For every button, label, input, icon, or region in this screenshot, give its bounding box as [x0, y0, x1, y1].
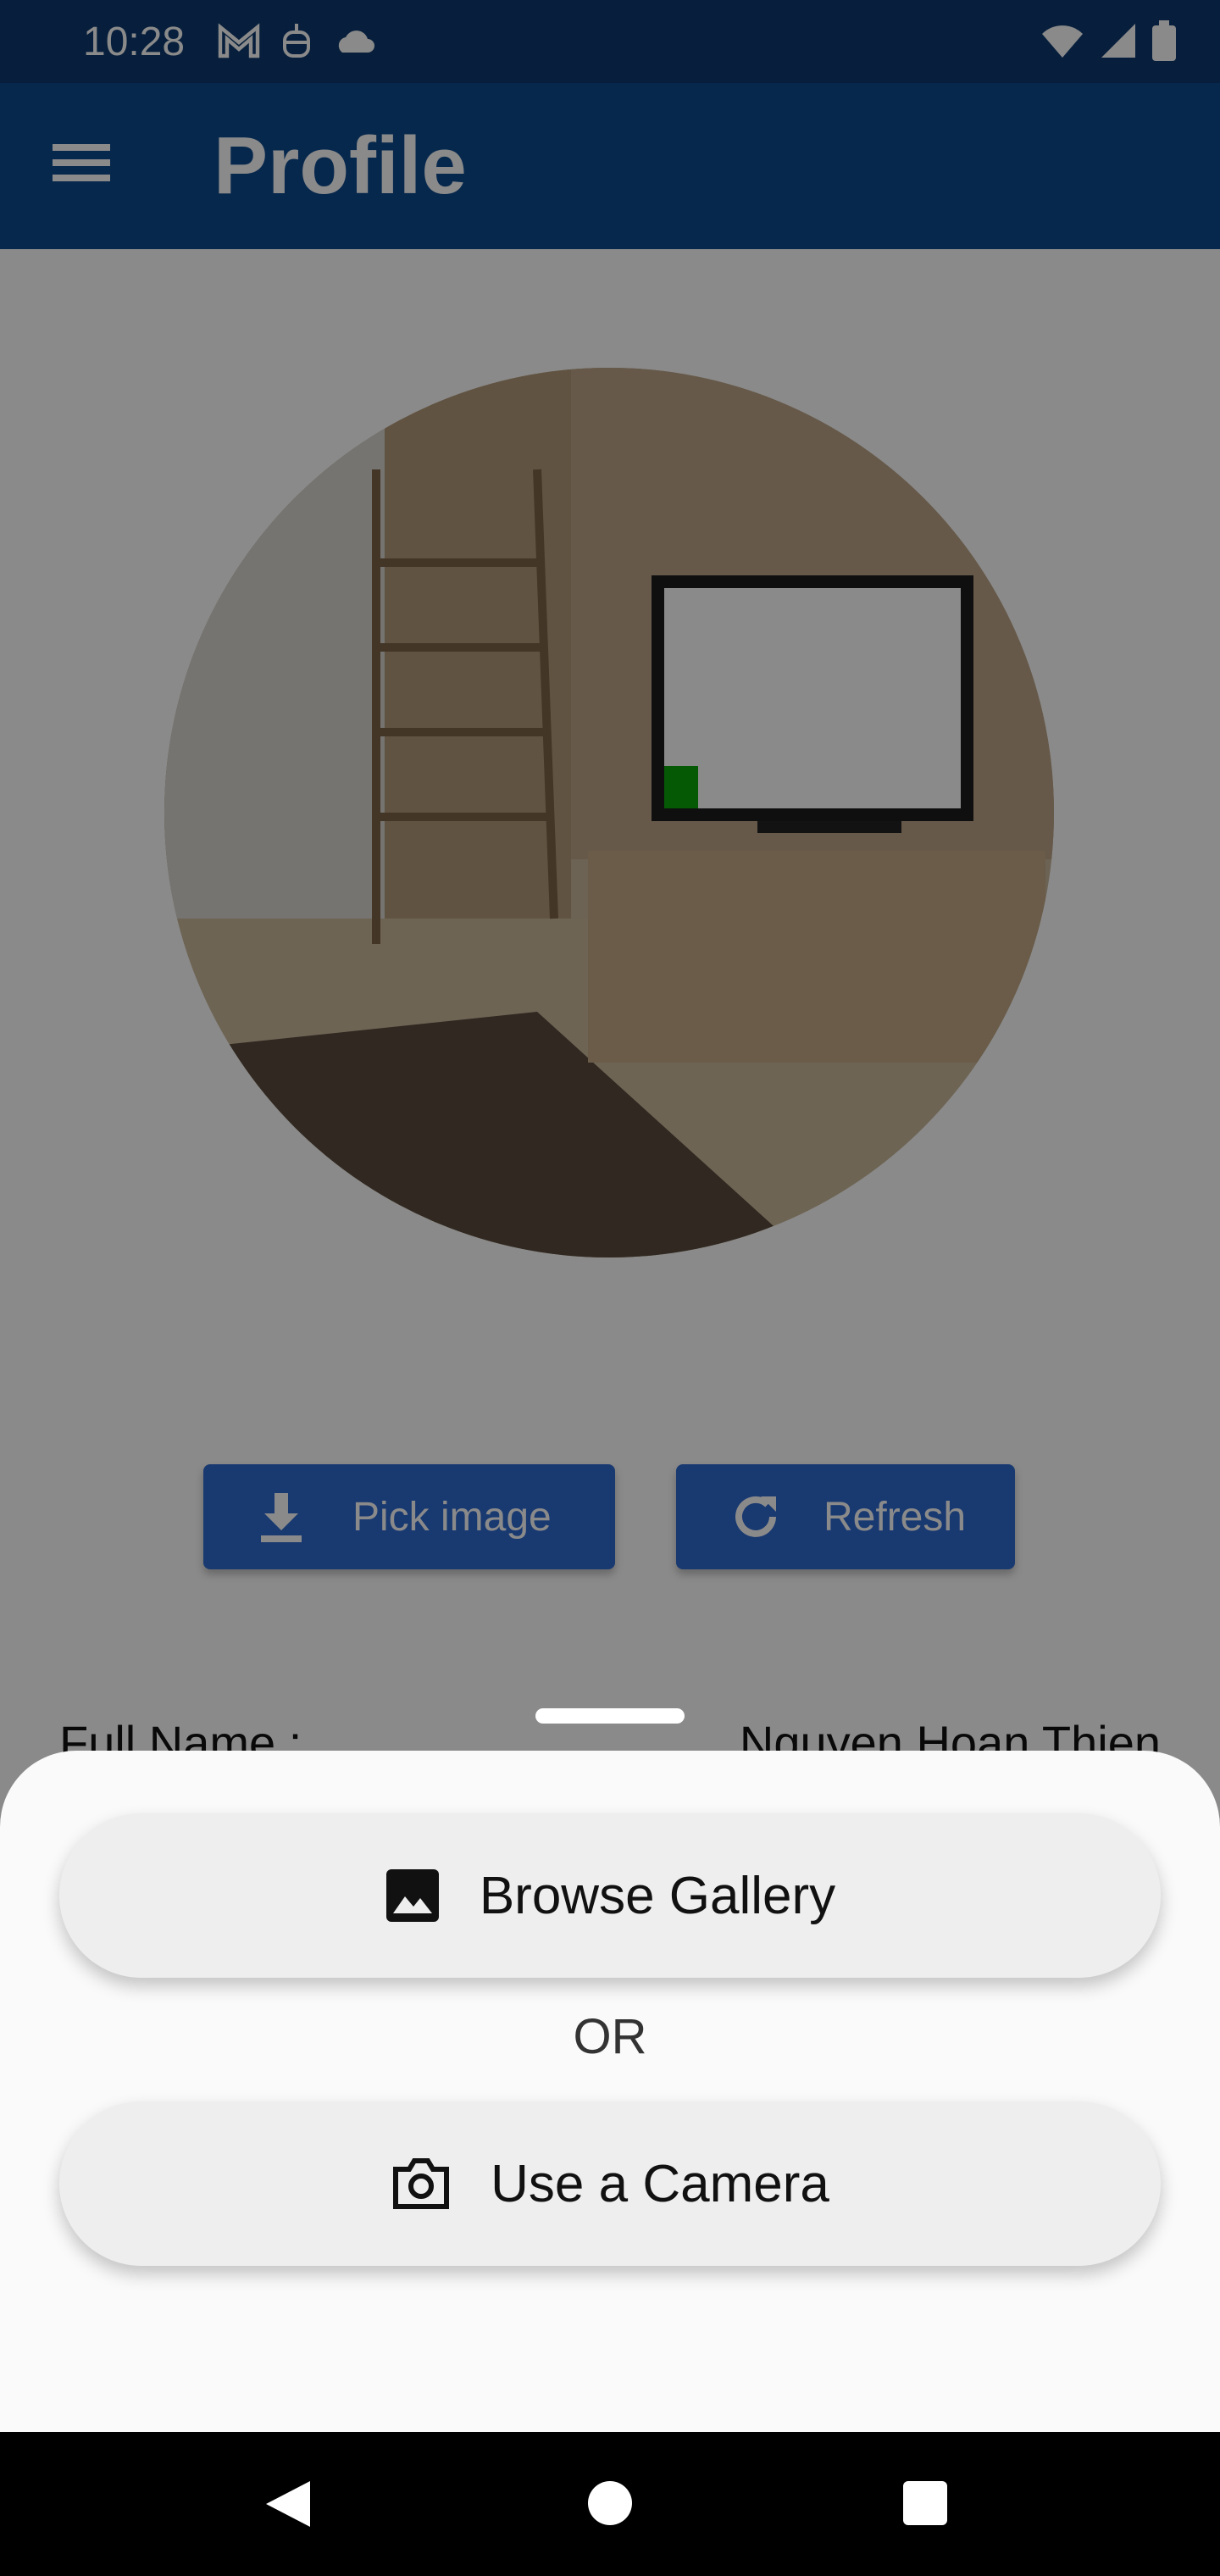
- use-camera-button[interactable]: Use a Camera: [59, 2101, 1161, 2266]
- browse-gallery-button[interactable]: Browse Gallery: [59, 1813, 1161, 1978]
- recents-icon[interactable]: [903, 2481, 947, 2525]
- or-divider: OR: [573, 2009, 647, 2064]
- navigation-bar: [0, 2432, 1220, 2576]
- sheet-drag-handle[interactable]: [535, 1708, 685, 1724]
- browse-gallery-label: Browse Gallery: [479, 1866, 836, 1925]
- use-camera-label: Use a Camera: [491, 2154, 829, 2213]
- home-icon[interactable]: [588, 2481, 632, 2525]
- image-icon: [385, 1869, 439, 1922]
- back-icon[interactable]: [264, 2479, 312, 2529]
- camera-icon: [393, 2158, 450, 2209]
